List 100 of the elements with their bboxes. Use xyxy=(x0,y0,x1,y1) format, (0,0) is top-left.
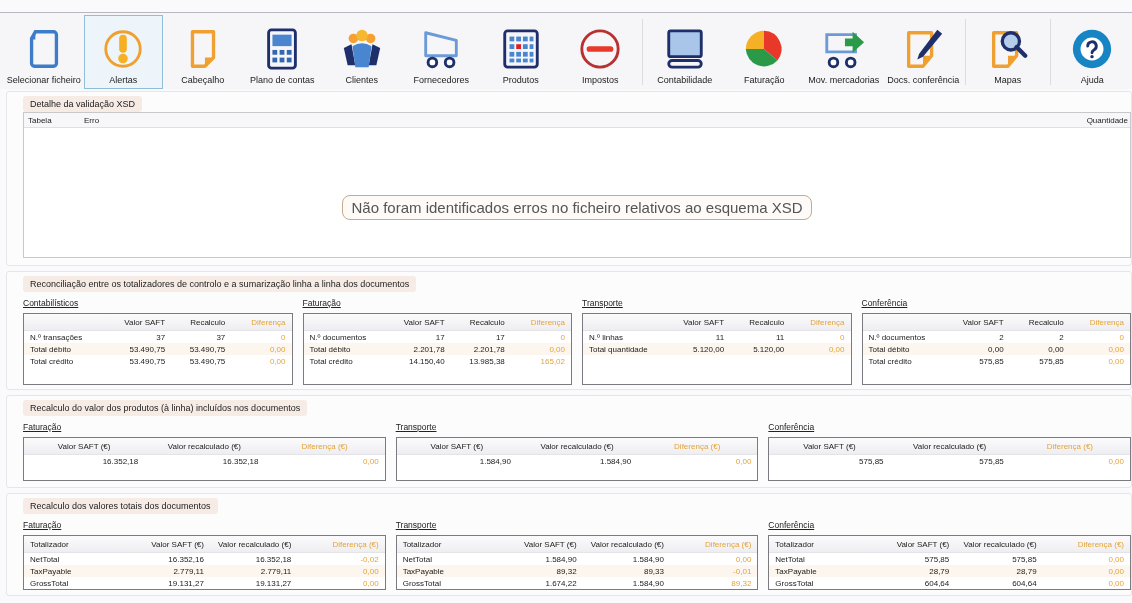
column-header: Valor SAFT xyxy=(390,314,451,331)
table-cell: 0 xyxy=(231,330,292,343)
table-cell: 1.674,22 xyxy=(495,577,583,589)
table-cell: 2 xyxy=(949,330,1010,343)
column-header: Valor recalculado (€) xyxy=(516,438,638,455)
table-cell: 17 xyxy=(450,330,511,343)
group-title: Contabilísticos xyxy=(23,298,79,308)
table-cell: 0,00 xyxy=(637,454,758,467)
table-cell: Total quantidade xyxy=(583,343,670,355)
table-cell: 16.352,18 xyxy=(144,454,265,467)
table-cell: 575,85 xyxy=(769,454,890,467)
table-cell: 53.490,75 xyxy=(171,343,232,355)
table-cell: -0,01 xyxy=(669,565,758,577)
table-cell: 11 xyxy=(730,330,791,343)
table-cell: 0 xyxy=(510,330,571,343)
table-cell: Total crédito xyxy=(862,355,950,367)
table-cell: 89,33 xyxy=(582,565,670,577)
toolbar-button[interactable]: Impostos xyxy=(560,15,640,89)
toolbar-button[interactable]: Cabeçalho xyxy=(163,15,243,89)
toolbar-button[interactable]: Docs. conferência xyxy=(883,15,963,89)
table-cell: 14.150,40 xyxy=(390,355,451,367)
table-cell: NetTotal xyxy=(396,552,496,565)
table-cell: 0,00 xyxy=(790,343,851,355)
column-header: Diferença xyxy=(1069,314,1130,331)
column-header: Diferença (€) xyxy=(669,536,758,553)
group-title: Faturação xyxy=(302,298,341,308)
column-header: Valor recalculado (€) xyxy=(144,438,265,455)
group-title: Conferência xyxy=(768,422,815,432)
toolbar-button[interactable]: Mapas xyxy=(968,15,1048,89)
column-header: Valor SAFT (€) xyxy=(867,536,956,553)
table-cell: NetTotal xyxy=(769,552,868,565)
group-title: Faturação xyxy=(23,422,62,432)
toolbar-button[interactable]: Contabilidade xyxy=(645,15,725,89)
table-cell: 16.352,18 xyxy=(209,552,298,565)
minus-icon xyxy=(578,27,623,71)
toolbar-button[interactable]: Clientes xyxy=(322,15,402,89)
table-cell: 89,32 xyxy=(669,577,758,589)
column-header: Valor SAFT xyxy=(110,314,172,331)
section-title: Detalhe da validação XSD xyxy=(23,96,143,112)
toolbar-button[interactable]: Ajuda xyxy=(1052,15,1132,89)
column-header: Valor SAFT (€) xyxy=(769,438,890,455)
table-cell: 0,00 xyxy=(1042,577,1130,589)
toolbar-button[interactable]: Alertas xyxy=(83,15,163,89)
table-cell: 11 xyxy=(669,330,731,343)
table-cell: -0,02 xyxy=(297,552,385,565)
table-cell: 0 xyxy=(790,330,851,343)
column-header: Totalizador xyxy=(396,536,496,553)
column-header: Valor recalculado (€) xyxy=(889,438,1010,455)
table-cell: 28,79 xyxy=(867,565,956,577)
column-header: Erro xyxy=(83,115,101,125)
column-header: Valor SAFT xyxy=(949,314,1010,331)
table-cell: 0,00 xyxy=(1009,454,1130,467)
column-header: Tabela xyxy=(27,115,53,125)
column-header: Valor SAFT (€) xyxy=(122,536,210,553)
column-header: Valor SAFT (€) xyxy=(24,438,145,455)
table-cell: 16.352,16 xyxy=(122,552,210,565)
column-header: Diferença (€) xyxy=(297,536,385,553)
table-cell: GrossTotal xyxy=(769,577,868,589)
table-cell: 0,00 xyxy=(1042,552,1130,565)
column-header: Diferença (€) xyxy=(637,438,758,455)
table-cell: 604,64 xyxy=(867,577,956,589)
toolbar-button[interactable]: Selecionar ficheiro xyxy=(4,15,84,89)
toolbar-button[interactable]: Fornecedores xyxy=(401,15,481,89)
group-title: Transporte xyxy=(395,422,437,432)
table-cell: 13.985,38 xyxy=(450,355,511,367)
table-cell: 17 xyxy=(390,330,451,343)
table-cell: 5.120,00 xyxy=(669,343,731,355)
table-cell: NetTotal xyxy=(24,552,123,565)
column-header: Recalculo xyxy=(450,314,511,331)
table-cell: Total crédito xyxy=(303,355,391,367)
group-title: Conferência xyxy=(861,298,908,308)
table-cell: Total débito xyxy=(862,343,950,355)
column-header: Diferença (€) xyxy=(1009,438,1130,455)
table-cell: 0,00 xyxy=(1069,343,1130,355)
column-header: Quantidade xyxy=(1085,115,1129,125)
table-cell: 2.201,78 xyxy=(450,343,511,355)
table-cell: TaxPayable xyxy=(769,565,868,577)
section-title: Reconciliação entre os totalizadores de controlo e a sumarização linha a linha dos documentos xyxy=(23,276,417,292)
toolbar-button[interactable]: Faturação xyxy=(724,15,804,89)
table-cell: 16.352,18 xyxy=(24,454,145,467)
toolbar-button[interactable]: Plano de contas xyxy=(242,15,322,89)
table-cell: 19.131,27 xyxy=(122,577,210,589)
table-cell: 2 xyxy=(1009,330,1070,343)
column-header: Valor recalculado (€) xyxy=(955,536,1043,553)
table-cell: 1.584,90 xyxy=(495,552,583,565)
table-cell: N.º transações xyxy=(24,330,111,343)
table-cell: 1.584,90 xyxy=(582,552,670,565)
column-header: Totalizador xyxy=(24,536,123,553)
table-cell: 89,32 xyxy=(495,565,583,577)
table-cell: 28,79 xyxy=(955,565,1043,577)
table-cell: N.º documentos xyxy=(303,330,391,343)
table-cell: Total crédito xyxy=(24,355,111,367)
toolbar-button[interactable]: Mov. mercadorias xyxy=(804,15,884,89)
toolbar-button[interactable]: Produtos xyxy=(481,15,561,89)
table-cell: GrossTotal xyxy=(24,577,123,589)
table-cell: 0,00 xyxy=(669,552,758,565)
column-header: Valor SAFT (€) xyxy=(396,438,517,455)
table-cell: 2.779,11 xyxy=(122,565,210,577)
table-cell: TaxPayable xyxy=(396,565,496,577)
table-cell: N.º documentos xyxy=(862,330,950,343)
